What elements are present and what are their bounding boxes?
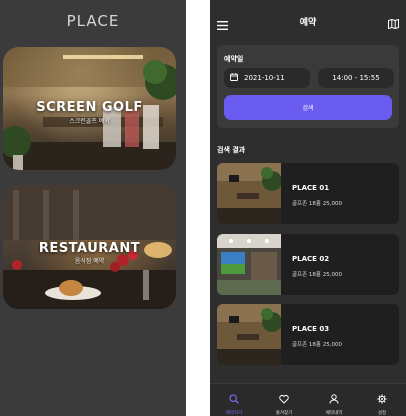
map-icon[interactable] bbox=[388, 14, 399, 33]
reservation-screen: 예약 예약일 2021-10-11 14:00 - 15:55 검색 검색 결과… bbox=[210, 0, 406, 416]
card-subtitle: 스크린골프 예약 bbox=[69, 118, 110, 125]
nav-label: 예약하기 bbox=[225, 411, 243, 416]
place-name: PLACE 01 bbox=[292, 184, 330, 192]
place-info: 골프존 18홀 25,000 bbox=[292, 342, 342, 348]
top-bar: 예약 bbox=[210, 0, 406, 38]
card-title: RESTAURANT bbox=[38, 241, 141, 256]
calendar-icon bbox=[230, 73, 238, 83]
nav-history[interactable]: 예약내역 bbox=[314, 389, 354, 416]
user-icon bbox=[329, 389, 339, 408]
screen-golf-card[interactable]: SCREEN GOLF 스크린골프 예약 bbox=[3, 47, 176, 170]
place-thumbnail bbox=[217, 304, 282, 365]
place-name: PLACE 03 bbox=[292, 325, 330, 333]
date-panel: 예약일 2021-10-11 14:00 - 15:55 검색 bbox=[217, 45, 399, 128]
place-thumbnail bbox=[217, 163, 282, 224]
nav-favorites[interactable]: 즐겨찾기 bbox=[264, 389, 304, 416]
time-value: 14:00 - 15:55 bbox=[332, 74, 380, 82]
card-title: SCREEN GOLF bbox=[36, 100, 143, 115]
place-name: PLACE 02 bbox=[292, 255, 330, 263]
search-icon bbox=[229, 389, 239, 408]
card-subtitle: 음식점 예약 bbox=[74, 258, 105, 265]
nav-settings[interactable]: 설정 bbox=[362, 389, 402, 416]
result-item[interactable]: PLACE 03 골프존 18홀 25,000 bbox=[217, 304, 399, 365]
result-item[interactable]: PLACE 02 골프존 18홀 25,000 bbox=[217, 234, 399, 295]
place-info: 골프존 18홀 25,000 bbox=[292, 272, 342, 278]
nav-label: 설정 bbox=[377, 411, 387, 416]
result-item[interactable]: PLACE 01 골프존 18홀 25,000 bbox=[217, 163, 399, 224]
restaurant-card[interactable]: RESTAURANT 음식점 예약 bbox=[3, 185, 176, 309]
search-button[interactable]: 검색 bbox=[224, 95, 392, 120]
date-label: 예약일 bbox=[224, 55, 244, 63]
bottom-nav: 예약하기 즐겨찾기 예약내역 설정 bbox=[210, 383, 406, 416]
place-info: 골프존 18홀 25,000 bbox=[292, 201, 342, 207]
nav-reserve[interactable]: 예약하기 bbox=[214, 389, 254, 416]
date-picker[interactable]: 2021-10-11 bbox=[224, 68, 310, 88]
heart-icon bbox=[279, 389, 289, 408]
date-value: 2021-10-11 bbox=[244, 74, 285, 82]
time-picker[interactable]: 14:00 - 15:55 bbox=[318, 68, 394, 88]
nav-label: 즐겨찾기 bbox=[275, 411, 293, 416]
nav-label: 예약내역 bbox=[325, 411, 343, 416]
place-screen: PLACE SCREEN GOLF 스크린골프 예약 RESTAURANT 음식… bbox=[0, 0, 186, 416]
results-label: 검색 결과 bbox=[217, 146, 246, 154]
place-thumbnail bbox=[217, 234, 281, 295]
page-title: PLACE bbox=[66, 12, 120, 30]
gear-icon bbox=[377, 389, 387, 408]
page-title: 예약 bbox=[299, 18, 317, 28]
